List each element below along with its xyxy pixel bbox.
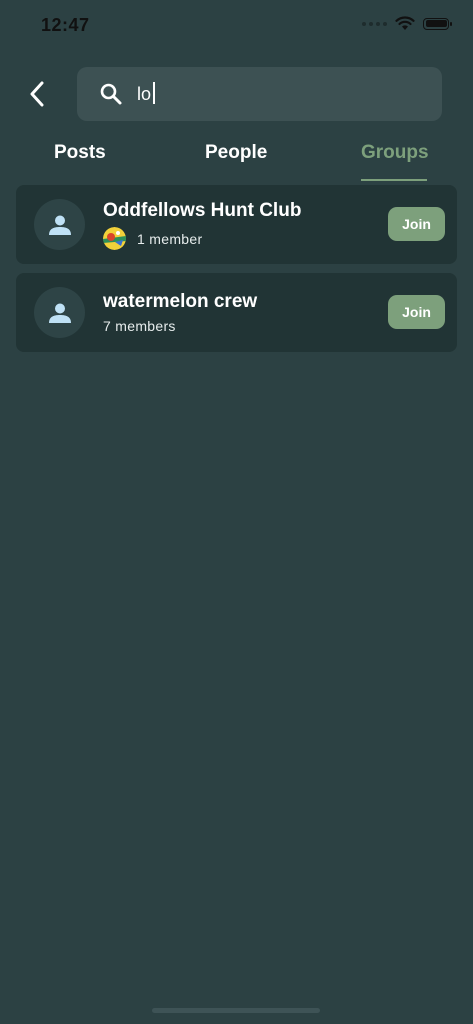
status-bar: 12:47 xyxy=(0,0,473,52)
group-card-oddfellows[interactable]: Oddfellows Hunt Club 1 member Join xyxy=(16,185,457,264)
tab-groups[interactable]: Groups xyxy=(361,142,429,164)
tab-people[interactable]: People xyxy=(205,142,267,164)
group-avatar xyxy=(34,287,85,338)
group-avatar xyxy=(34,199,85,250)
back-button[interactable] xyxy=(22,78,52,110)
active-tab-indicator xyxy=(361,179,427,181)
group-card-watermelon-crew[interactable]: watermelon crew 7 members Join xyxy=(16,273,457,352)
member-count: 1 member xyxy=(137,230,203,247)
tab-bar: Posts People Groups xyxy=(0,138,473,182)
search-input[interactable] xyxy=(137,80,417,108)
wifi-icon xyxy=(395,16,415,30)
member-count: 7 members xyxy=(103,318,176,334)
status-time: 12:47 xyxy=(41,15,90,35)
join-button[interactable]: Join xyxy=(388,207,445,241)
search-icon xyxy=(100,83,122,105)
group-name: watermelon crew xyxy=(103,291,258,312)
member-info: 7 members xyxy=(103,318,176,334)
tab-posts[interactable]: Posts xyxy=(54,142,106,164)
home-indicator[interactable] xyxy=(152,1008,320,1013)
member-avatar xyxy=(103,227,126,250)
battery-icon xyxy=(423,17,452,30)
group-name: Oddfellows Hunt Club xyxy=(103,200,302,221)
back-arrow-icon xyxy=(30,81,44,107)
search-bar[interactable] xyxy=(77,67,442,121)
status-icons xyxy=(362,16,452,31)
member-info: 1 member xyxy=(103,227,202,250)
text-cursor xyxy=(153,82,155,104)
join-button[interactable]: Join xyxy=(388,295,445,329)
cellular-signal-icon xyxy=(362,21,387,26)
person-icon xyxy=(48,303,71,323)
person-icon xyxy=(48,215,71,235)
